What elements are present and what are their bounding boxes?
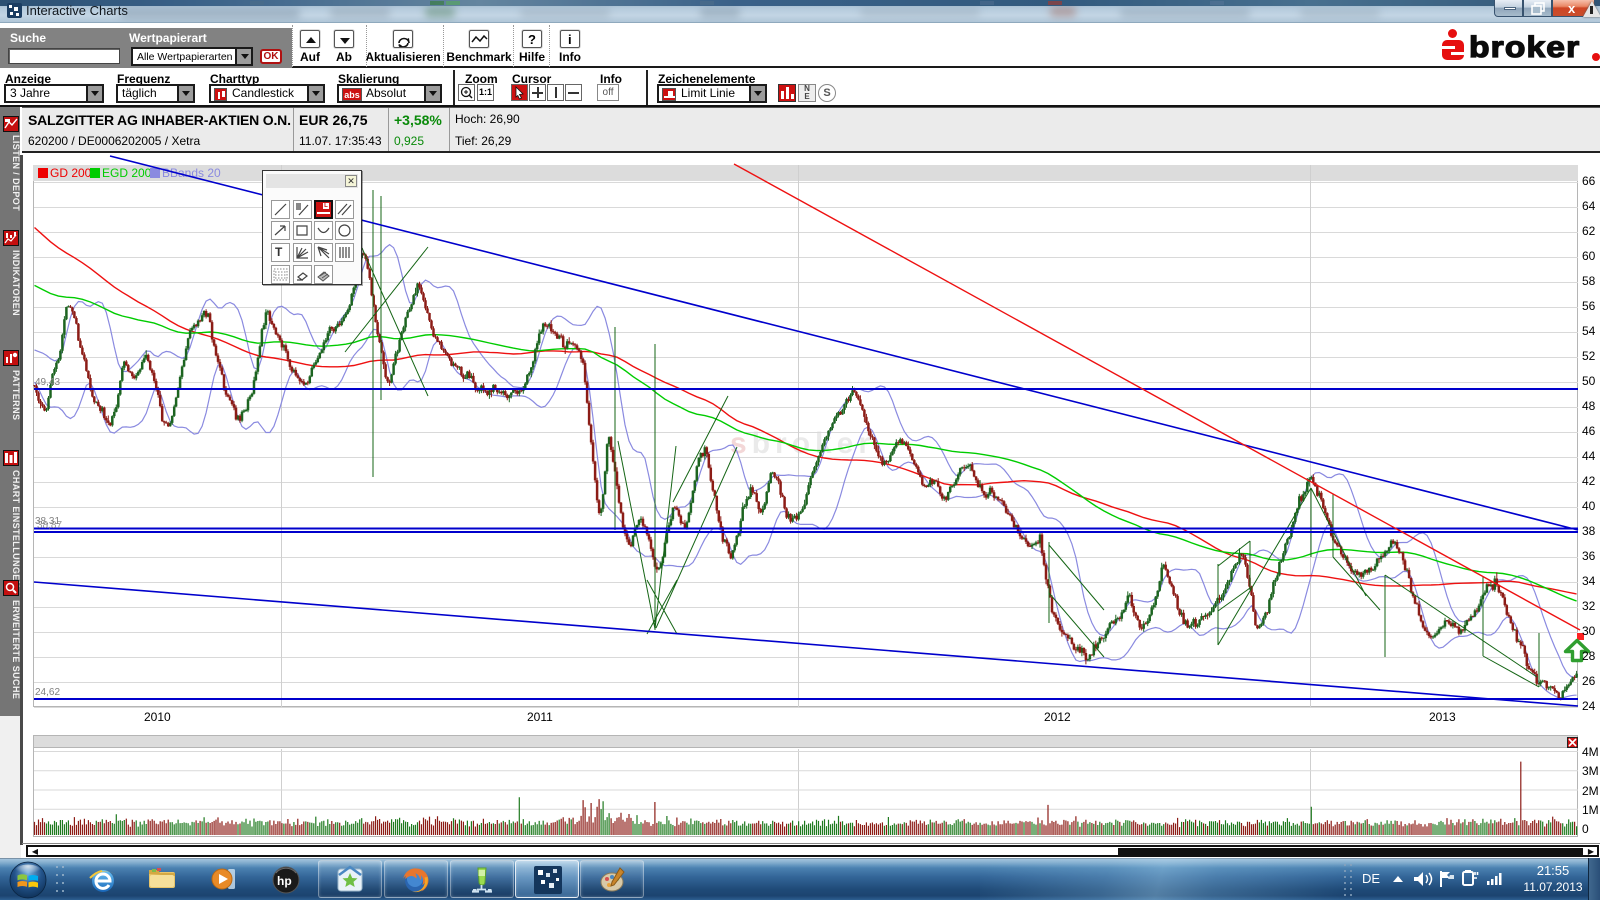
svg-text:hp: hp [277,874,292,888]
